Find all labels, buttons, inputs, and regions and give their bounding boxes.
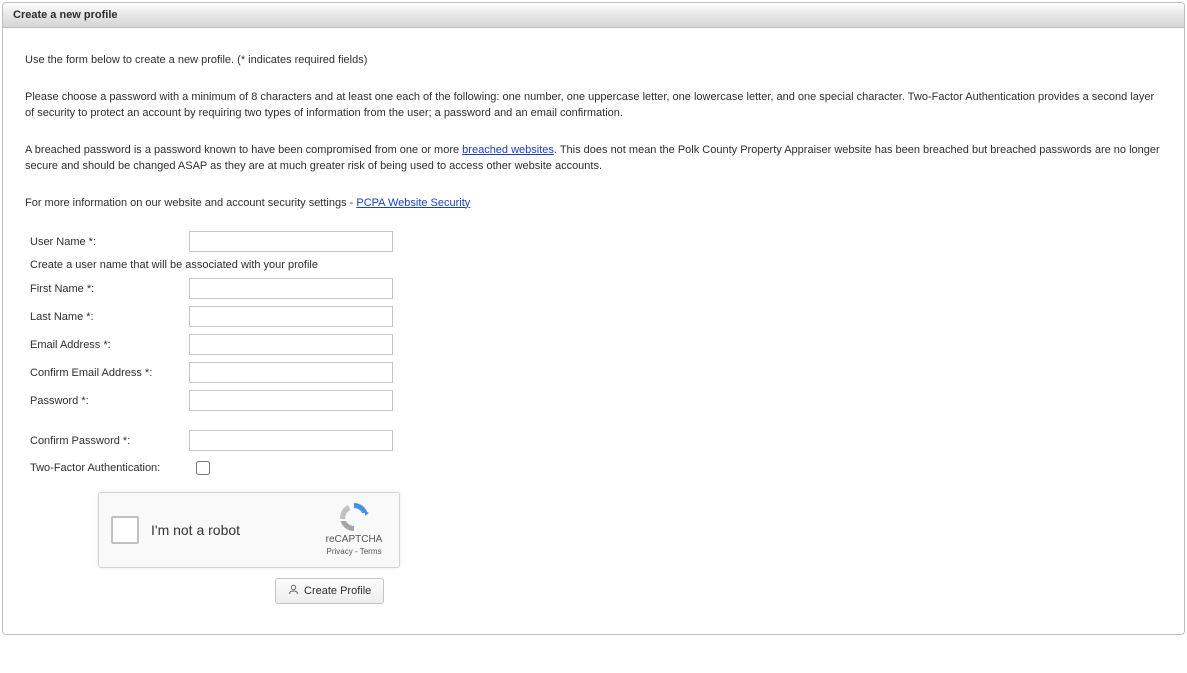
firstname-label: First Name *: [25, 283, 189, 295]
twofactor-label: Two-Factor Authentication: [25, 462, 160, 474]
lastname-row: Last Name *: [25, 306, 1162, 327]
recaptcha-logo-icon [338, 501, 370, 533]
confirm-email-label: Confirm Email Address *: [25, 367, 189, 379]
lastname-input[interactable] [189, 306, 393, 327]
user-icon [288, 584, 299, 598]
create-profile-button[interactable]: Create Profile [275, 578, 384, 604]
intro-section-1: Use the form below to create a new profi… [25, 52, 1162, 69]
email-row: Email Address *: [25, 334, 1162, 355]
intro-p1: Use the form below to create a new profi… [25, 52, 1162, 69]
create-profile-panel: Create a new profile Use the form below … [2, 2, 1185, 635]
confirm-password-input[interactable] [189, 430, 393, 451]
confirm-email-row: Confirm Email Address *: [25, 362, 1162, 383]
password-row: Password *: [25, 390, 1162, 411]
panel-header: Create a new profile [3, 3, 1184, 28]
username-input[interactable] [189, 231, 393, 252]
username-row: User Name *: [25, 231, 1162, 252]
submit-row: Create Profile [275, 578, 1162, 604]
intro-section-4: For more information on our website and … [25, 195, 1162, 212]
recaptcha-terms-link[interactable]: Terms [360, 547, 382, 556]
intro-p2: Please choose a password with a minimum … [25, 89, 1162, 122]
lastname-label: Last Name *: [25, 311, 189, 323]
firstname-row: First Name *: [25, 278, 1162, 299]
twofactor-row: Two-Factor Authentication: [25, 458, 1162, 478]
recaptcha-links: Privacy - Terms [319, 547, 389, 556]
twofactor-checkbox[interactable] [196, 461, 210, 475]
breached-websites-link[interactable]: breached websites [462, 144, 554, 156]
password-label: Password *: [25, 395, 189, 407]
username-label: User Name *: [25, 236, 189, 248]
recaptcha-widget: I'm not a robot reCAPTCHA Privacy - Term… [98, 492, 400, 568]
intro-p4: For more information on our website and … [25, 195, 1162, 212]
recaptcha-label: I'm not a robot [151, 522, 240, 538]
username-hint-row: Create a user name that will be associat… [25, 259, 1162, 271]
recaptcha-branding: reCAPTCHA Privacy - Terms [319, 501, 389, 556]
firstname-input[interactable] [189, 278, 393, 299]
recaptcha-brand: reCAPTCHA [319, 534, 389, 545]
confirm-email-input[interactable] [189, 362, 393, 383]
username-hint: Create a user name that will be associat… [25, 259, 318, 271]
confirm-password-row: Confirm Password *: [25, 430, 1162, 451]
confirm-password-label: Confirm Password *: [25, 435, 189, 447]
pcpa-security-link[interactable]: PCPA Website Security [356, 197, 470, 209]
create-profile-button-label: Create Profile [304, 585, 371, 597]
panel-title: Create a new profile [13, 9, 118, 21]
intro-section-2: Please choose a password with a minimum … [25, 89, 1162, 122]
email-label: Email Address *: [25, 339, 189, 351]
intro-p3: A breached password is a password known … [25, 142, 1162, 175]
intro-section-3: A breached password is a password known … [25, 142, 1162, 175]
recaptcha-privacy-link[interactable]: Privacy [327, 547, 353, 556]
panel-body: Use the form below to create a new profi… [3, 28, 1184, 634]
recaptcha-checkbox[interactable] [111, 516, 139, 544]
password-input[interactable] [189, 390, 393, 411]
email-input[interactable] [189, 334, 393, 355]
